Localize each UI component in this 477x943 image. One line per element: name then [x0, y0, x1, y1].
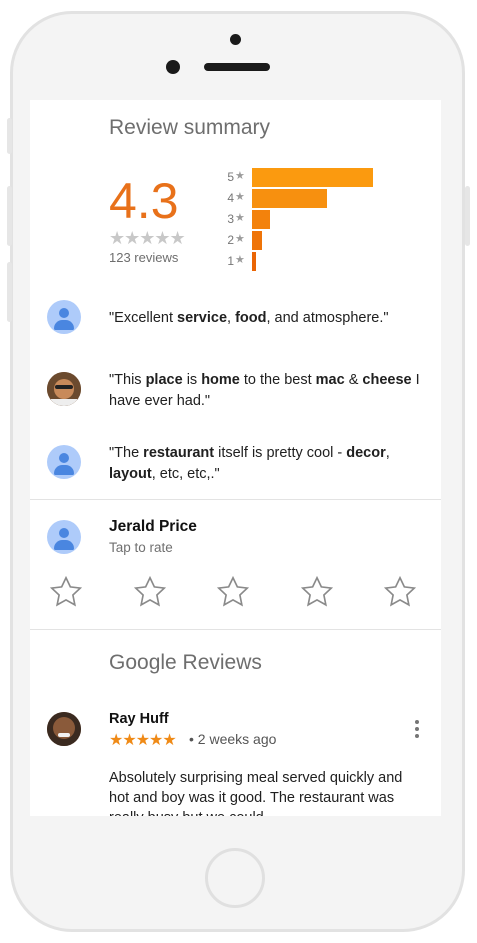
- review-stars: ★★★★★: [109, 732, 177, 749]
- histogram-bar: [252, 231, 262, 250]
- rate-star-4-icon[interactable]: [299, 574, 335, 610]
- person-icon: [59, 528, 69, 538]
- silent-switch: [7, 118, 12, 154]
- rate-star-2-icon[interactable]: [132, 574, 168, 610]
- star-icon: ★: [235, 170, 245, 182]
- histogram-bar: [252, 210, 270, 229]
- avatar: [47, 445, 81, 479]
- reviewer-avatar: [47, 712, 81, 746]
- rate-star-1-icon[interactable]: [48, 574, 84, 610]
- screen: Review summary 4.3 ★★★★★ 123 reviews 5 ★ 4…: [30, 100, 441, 816]
- rate-star-5-icon[interactable]: [382, 574, 418, 610]
- review-text: Absolutely surprising meal served quickl…: [109, 770, 403, 816]
- review-quote[interactable]: "Excellent service, food, and atmosphere…: [109, 308, 429, 329]
- histogram-bar: [252, 189, 327, 208]
- user-name: Jerald Price: [109, 518, 197, 535]
- divider: [30, 499, 441, 500]
- front-camera: [230, 34, 241, 45]
- avatar: [47, 300, 81, 334]
- volume-up-button: [7, 186, 12, 246]
- more-options-icon[interactable]: [414, 720, 420, 740]
- histogram-label: 5: [227, 170, 234, 184]
- average-rating: 4.3: [109, 173, 179, 229]
- histogram-bar: [252, 252, 256, 271]
- person-icon: [59, 308, 69, 318]
- home-button[interactable]: [205, 848, 265, 908]
- star-icon: ★: [235, 254, 245, 266]
- review-quote[interactable]: "The restaurant itself is pretty cool - …: [109, 443, 429, 485]
- histogram-bar: [252, 168, 373, 187]
- user-avatar: [47, 520, 81, 554]
- speaker: [204, 63, 270, 71]
- tap-to-rate-label: Tap to rate: [109, 540, 173, 555]
- review-time: • 2 weeks ago: [189, 731, 277, 747]
- google-reviews-title: Google Reviews: [109, 651, 262, 674]
- reviews-count: 123 reviews: [109, 250, 179, 265]
- sensor: [166, 60, 180, 74]
- divider: [30, 629, 441, 630]
- review-quote[interactable]: "This place is home to the best mac & ch…: [109, 370, 429, 412]
- star-icon: ★: [235, 212, 245, 224]
- star-icon: ★: [235, 233, 245, 245]
- histogram-label: 2: [227, 233, 234, 247]
- reviewer-name: Ray Huff: [109, 711, 169, 727]
- histogram-label: 3: [227, 212, 234, 226]
- rate-star-3-icon[interactable]: [215, 574, 251, 610]
- avatar: [47, 372, 81, 406]
- histogram-label: 1: [227, 254, 234, 268]
- rating-stars: ★★★★★: [109, 228, 186, 248]
- review-summary-title: Review summary: [109, 116, 271, 139]
- volume-down-button: [7, 262, 12, 322]
- histogram-label: 4: [227, 191, 234, 205]
- power-button: [465, 186, 470, 246]
- star-icon: ★: [235, 191, 245, 203]
- person-icon: [59, 453, 69, 463]
